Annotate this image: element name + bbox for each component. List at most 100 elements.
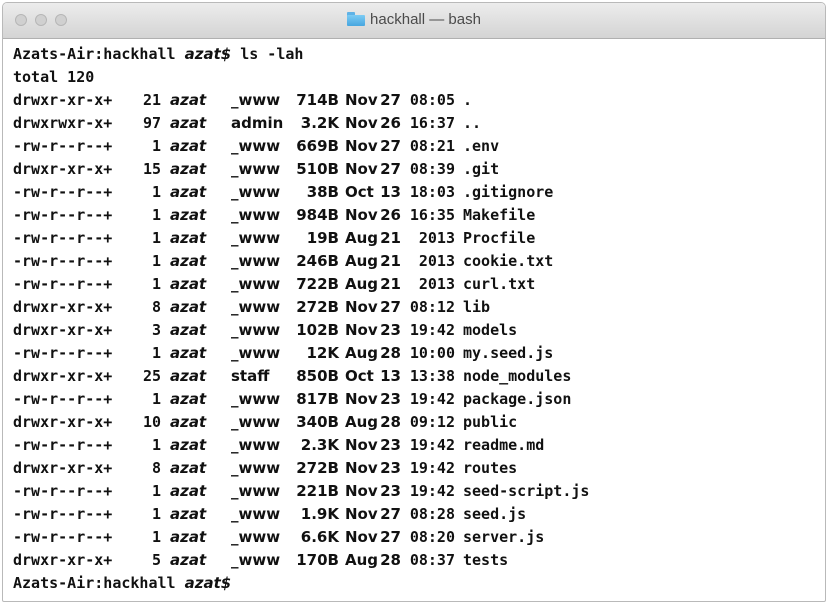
month: Nov	[345, 528, 378, 546]
file-name: .	[463, 91, 473, 109]
file-size: 102B	[296, 321, 339, 339]
link-count: 1	[151, 183, 161, 201]
listing-row: -rw-r--r--+ 1 azat _www 722B Aug 21 2013 curl.tx…	[13, 273, 817, 296]
permissions: drwxr-xr-x+	[13, 321, 113, 339]
day: 23	[380, 390, 401, 408]
listing-row: -rw-r--r--+ 1 azat _www 2.3K Nov 23 19:42 readme…	[13, 434, 817, 457]
file-size: 19B	[306, 229, 339, 247]
permissions: drwxr-xr-x+	[13, 551, 113, 569]
file-size: 1.9K	[300, 505, 339, 523]
time: 08:28	[409, 505, 455, 523]
link-count: 1	[151, 137, 161, 155]
month: Aug	[345, 551, 379, 569]
file-name: server.js	[463, 528, 545, 546]
day: 13	[380, 183, 401, 201]
month: Nov	[345, 160, 378, 178]
file-size: 510B	[296, 160, 339, 178]
file-size: 6.6K	[300, 528, 339, 546]
file-name: seed-script.js	[463, 482, 590, 500]
file-name: .env	[463, 137, 500, 155]
month: Nov	[345, 505, 378, 523]
permissions: drwxrwxr-x+	[13, 114, 113, 132]
month: Aug	[345, 275, 379, 293]
owner: azat	[170, 482, 207, 500]
listing-row: drwxr-xr-x+ 21 azat _www 714B Nov 27 08:05.	[13, 89, 817, 112]
day: 27	[380, 160, 401, 178]
owner: azat	[170, 252, 207, 270]
month: Nov	[345, 91, 378, 109]
file-name: Makefile	[463, 206, 536, 224]
day: 23	[380, 482, 401, 500]
time: 18:03	[409, 183, 455, 201]
owner: azat	[170, 367, 207, 385]
owner: azat	[170, 206, 207, 224]
owner: azat	[170, 344, 207, 362]
group: _www	[231, 275, 281, 293]
day: 28	[380, 344, 401, 362]
listing-row: -rw-r--r--+ 1 azat _www 12K Aug 28 10:00 my.seed…	[13, 342, 817, 365]
owner: azat	[170, 298, 207, 316]
time: 08:20	[409, 528, 455, 546]
group: _www	[231, 459, 281, 477]
group: _www	[231, 413, 281, 431]
time: 13:38	[409, 367, 455, 385]
file-size: 272B	[296, 459, 339, 477]
time: 08:12	[409, 298, 455, 316]
file-name: ..	[463, 114, 482, 132]
time: 2013	[418, 275, 455, 293]
link-count: 1	[151, 206, 161, 224]
prompt-user: azat$	[184, 574, 232, 592]
group: _www	[231, 321, 281, 339]
listing-row: drwxr-xr-x+ 15 azat _www 510B Nov 27 08:39 .git	[13, 158, 817, 181]
title-bar[interactable]: hackhall — bash	[3, 3, 825, 39]
month: Aug	[345, 252, 379, 270]
time: 09:12	[409, 413, 455, 431]
month: Nov	[345, 482, 378, 500]
group: _www	[231, 229, 281, 247]
group: _www	[231, 528, 281, 546]
owner: azat	[170, 413, 207, 431]
listing-row: -rw-r--r--+ 1 azat _www 246B Aug 21 2013 cookie.…	[13, 250, 817, 273]
time: 19:42	[409, 436, 455, 454]
permissions: -rw-r--r--+	[13, 275, 113, 293]
file-size: 722B	[296, 275, 339, 293]
month: Nov	[345, 298, 378, 316]
permissions: -rw-r--r--+	[13, 344, 113, 362]
day: 26	[380, 206, 401, 224]
permissions: drwxr-xr-x+	[13, 367, 113, 385]
file-name: package.json	[463, 390, 572, 408]
window-title-text: hackhall — bash	[370, 11, 481, 28]
listing-row: -rw-r--r--+ 1 azat _www 817B Nov 23 19:42 packag…	[13, 388, 817, 411]
terminal-output[interactable]: Azats-Air:hackhall azat$ ls -lah total 1…	[3, 39, 825, 595]
total-line: total 120	[13, 68, 95, 86]
listing-row: -rw-r--r--+ 1 azat _www 1.9K Nov 27 08:28 seed.j…	[13, 503, 817, 526]
time: 16:37	[409, 114, 455, 132]
time: 16:35	[409, 206, 455, 224]
file-name: seed.js	[463, 505, 527, 523]
day: 21	[380, 275, 401, 293]
time: 19:42	[409, 482, 455, 500]
time: 08:05	[409, 91, 455, 109]
day: 27	[380, 298, 401, 316]
link-count: 1	[151, 252, 161, 270]
file-size: 221B	[296, 482, 339, 500]
group: _www	[231, 206, 281, 224]
day: 28	[380, 551, 401, 569]
file-name: models	[463, 321, 518, 339]
link-count: 5	[151, 551, 161, 569]
file-name: my.seed.js	[463, 344, 554, 362]
file-listing: drwxr-xr-x+ 21 azat _www 714B Nov 27 08:05.drwx…	[13, 89, 817, 572]
day: 27	[380, 137, 401, 155]
time: 19:42	[409, 390, 455, 408]
link-count: 1	[151, 275, 161, 293]
month: Nov	[345, 459, 378, 477]
month: Oct	[345, 183, 374, 201]
owner: azat	[170, 459, 207, 477]
file-size: 12K	[306, 344, 340, 362]
month: Aug	[345, 344, 379, 362]
current-prompt[interactable]: Azats-Air:hackhall azat$	[13, 572, 817, 595]
owner: azat	[170, 229, 207, 247]
day: 28	[380, 413, 401, 431]
link-count: 21	[142, 91, 161, 109]
file-size: 38B	[306, 183, 339, 201]
